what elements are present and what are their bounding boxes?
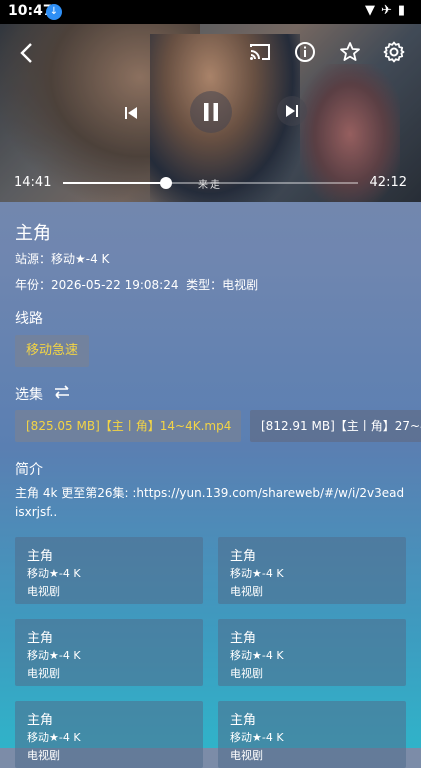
card-type: 电视剧 — [230, 585, 263, 598]
card-source: 移动★-4 K — [27, 567, 81, 580]
recommendation-card[interactable]: 主角 移动★-4 K 电视剧 — [218, 537, 406, 604]
detail-panel: 主角 站源：移动★-4 K 年份：2026-05-22 19:08:24 类型：… — [0, 202, 421, 768]
card-type: 电视剧 — [230, 667, 263, 680]
star-icon[interactable] — [338, 40, 362, 68]
current-time: 14:41 — [14, 175, 52, 190]
synopsis-heading: 简介 — [15, 462, 43, 478]
episodes-heading: 选集 — [15, 387, 43, 403]
recommendation-card[interactable]: 主角 移动★-4 K 电视剧 — [218, 701, 406, 768]
card-source: 移动★-4 K — [230, 731, 284, 744]
subtitle-text: 来走 — [198, 180, 222, 191]
recommendation-card[interactable]: 主角 移动★-4 K 电视剧 — [218, 619, 406, 686]
card-title: 主角 — [230, 713, 257, 728]
status-bar: 10:47 ↓ ▼✈▮ — [0, 0, 421, 24]
card-source: 移动★-4 K — [230, 649, 284, 662]
episode-item[interactable]: [812.91 MB]【主丨角】27~4K.mp4 — [250, 410, 421, 442]
next-icon[interactable] — [277, 96, 307, 126]
card-title: 主角 — [230, 549, 257, 564]
card-source: 移动★-4 K — [27, 731, 81, 744]
previous-icon[interactable] — [118, 100, 144, 130]
source-line: 站源：移动★-4 K — [15, 250, 109, 267]
card-title: 主角 — [27, 549, 54, 564]
recommendation-card[interactable]: 主角 移动★-4 K 电视剧 — [15, 701, 203, 768]
card-type: 电视剧 — [27, 667, 60, 680]
info-icon[interactable] — [293, 40, 317, 68]
year-type-line: 年份：2026-05-22 19:08:24 类型：电视剧 — [15, 276, 258, 293]
routes-heading: 线路 — [15, 311, 43, 327]
card-type: 电视剧 — [27, 749, 60, 762]
source-label: 站源： — [15, 252, 52, 266]
type-value: 电视剧 — [222, 278, 259, 292]
card-source: 移动★-4 K — [230, 567, 284, 580]
download-icon: ↓ — [46, 4, 62, 20]
synopsis-text: 主角 4k 更至第26集: :https://yun.139.com/share… — [15, 486, 405, 519]
type-label: 类型： — [186, 278, 223, 292]
card-type: 电视剧 — [27, 585, 60, 598]
recommendation-card[interactable]: 主角 移动★-4 K 电视剧 — [15, 537, 203, 604]
year-label: 年份： — [15, 278, 52, 292]
gear-icon[interactable] — [382, 40, 406, 68]
card-type: 电视剧 — [230, 749, 263, 762]
card-title: 主角 — [27, 631, 54, 646]
video-title: 主角 — [15, 223, 51, 244]
cast-icon[interactable] — [248, 40, 272, 68]
episode-item-selected[interactable]: [825.05 MB]【主丨角】14~4K.mp4 — [15, 410, 241, 442]
video-player[interactable]: 14:41 来走 42:12 — [0, 24, 421, 202]
swap-icon[interactable] — [53, 383, 71, 405]
source-value: 移动★-4 K — [51, 252, 110, 266]
card-title: 主角 — [27, 713, 54, 728]
total-time: 42:12 — [369, 175, 407, 190]
route-chip[interactable]: 移动急速 — [15, 335, 90, 367]
recommendation-card[interactable]: 主角 移动★-4 K 电视剧 — [15, 619, 203, 686]
card-source: 移动★-4 K — [27, 649, 81, 662]
card-title: 主角 — [230, 631, 257, 646]
seek-progress — [63, 182, 167, 184]
year-value: 2026-05-22 19:08:24 — [51, 278, 179, 292]
status-icons: ▼✈▮ — [364, 3, 411, 18]
pause-icon[interactable] — [190, 91, 232, 133]
back-icon[interactable] — [14, 40, 40, 66]
